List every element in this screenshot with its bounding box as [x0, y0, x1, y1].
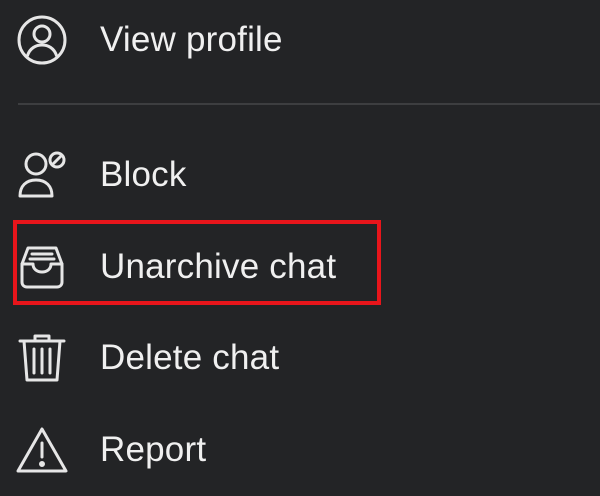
menu-item-delete-chat[interactable]: Delete chat [0, 318, 600, 398]
menu-item-label: Report [100, 430, 207, 469]
menu-item-label: Delete chat [100, 338, 280, 377]
menu-item-label: Block [100, 155, 187, 194]
menu-item-unarchive-chat[interactable]: Unarchive chat [0, 227, 600, 307]
menu-item-view-profile[interactable]: View profile [0, 0, 600, 80]
user-circle-icon [14, 12, 70, 68]
menu-divider [18, 103, 600, 105]
user-block-icon [14, 147, 70, 203]
menu-item-label: Unarchive chat [100, 247, 337, 286]
menu-item-report[interactable]: Report [0, 410, 600, 490]
warning-icon [14, 422, 70, 478]
unarchive-icon [14, 239, 70, 295]
trash-icon [14, 330, 70, 386]
context-menu: View profile Block Unarchive chat Delete… [0, 0, 600, 496]
menu-item-block[interactable]: Block [0, 135, 600, 215]
menu-item-label: View profile [100, 20, 283, 59]
